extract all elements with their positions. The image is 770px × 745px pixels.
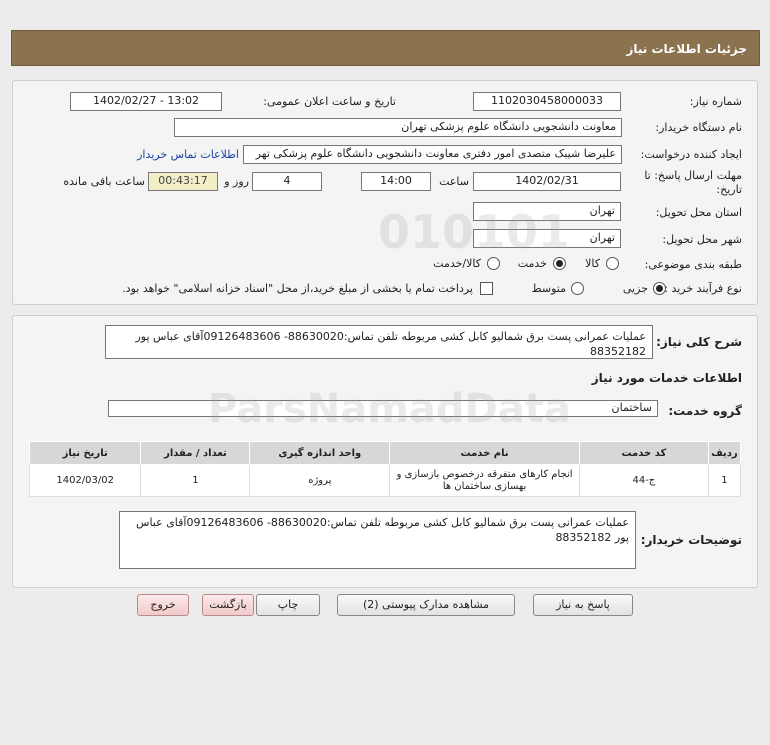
category-service-radio[interactable] [553, 257, 566, 270]
col-date-header: تاریخ نیاز [28, 441, 142, 465]
city-label: شهر محل تحویل: [662, 233, 742, 246]
buyer-contact-link[interactable]: اطلاعات تماس خریدار [137, 148, 239, 161]
process-label: نوع فرآیند خرید : [664, 282, 742, 295]
province-field[interactable]: تهران [473, 202, 621, 221]
category-goods-radio[interactable] [606, 257, 619, 270]
creator-label: ایجاد کننده درخواست: [640, 148, 742, 161]
buyer-notes-field[interactable]: عملیات عمرانی پست برق شمالیو کابل کشی مر… [119, 511, 636, 569]
treasury-payment-note: پرداخت تمام یا بخشی از مبلغ خرید،از محل … [122, 282, 473, 295]
buyer-label: نام دستگاه خریدار: [655, 121, 742, 134]
cell-code: ج-44 [579, 464, 709, 497]
city-field[interactable]: تهران [473, 229, 621, 248]
service-group-field[interactable]: ساختمان [108, 400, 658, 417]
category-goods-service-radio[interactable] [487, 257, 500, 270]
services-table: ردیف کد خدمت نام خدمت واحد اندازه گیری ت… [28, 441, 742, 497]
col-row-header: ردیف [707, 441, 742, 465]
creator-field[interactable]: علیرضا شیبک متصدی امور دفتری معاونت دانش… [243, 145, 622, 164]
service-group-label: گروه خدمت: [668, 404, 742, 418]
days-field[interactable]: 4 [252, 172, 322, 191]
need-info-panel [12, 80, 758, 305]
cell-row: 1 [707, 464, 742, 497]
days-label: روز و [224, 175, 249, 188]
process-medium-radio[interactable] [571, 282, 584, 295]
need-number-field[interactable]: 1102030458000033 [473, 92, 621, 111]
cell-date: 1402/03/02 [28, 464, 142, 497]
deadline-label: مهلت ارسال پاسخ: تا [644, 169, 742, 182]
col-code-header: کد خدمت [579, 441, 709, 465]
summary-field[interactable]: عملیات عمرانی پست برق شمالیو کابل کشی مر… [105, 325, 653, 359]
summary-label: شرح کلی نیاز: [656, 335, 742, 349]
deadline-time-field[interactable]: 14:00 [361, 172, 431, 191]
col-qty-header: تعداد / مقدار [140, 441, 251, 465]
table-row: 1 ج-44 انجام کارهای متفرقه درخصوص بازساز… [28, 464, 742, 497]
need-number-label: شماره نیاز: [689, 95, 742, 108]
cell-qty: 1 [140, 464, 251, 497]
cell-name: انجام کارهای متفرقه درخصوص بازسازی و بهس… [389, 464, 580, 497]
col-unit-header: واحد اندازه گیری [249, 441, 391, 465]
process-medium-label: متوسط [531, 282, 566, 295]
process-minor-label: جزیی [622, 282, 648, 295]
exit-button[interactable]: خروج [137, 594, 189, 616]
table-header-row: ردیف کد خدمت نام خدمت واحد اندازه گیری ت… [28, 441, 742, 465]
back-button[interactable]: بازگشت [202, 594, 254, 616]
time-label: ساعت [439, 175, 469, 188]
col-name-header: نام خدمت [389, 441, 580, 465]
category-goods-service-label: کالا/خدمت [433, 257, 481, 270]
category-service-label: خدمت [517, 257, 547, 270]
attachments-button[interactable]: مشاهده مدارک پیوستی (2) [337, 594, 515, 616]
treasury-payment-checkbox[interactable] [480, 282, 493, 295]
reply-button[interactable]: پاسخ به نیاز [533, 594, 633, 616]
buyer-field[interactable]: معاونت دانشجویی دانشگاه علوم پزشکی تهران [174, 118, 622, 137]
announce-label: تاریخ و ساعت اعلان عمومی: [263, 95, 396, 108]
print-button[interactable]: چاپ [256, 594, 320, 616]
deadline-label-date: تاریخ: [716, 183, 742, 196]
cell-unit: پروژه [249, 464, 391, 497]
buyer-notes-label: توضیحات خریدار: [640, 533, 742, 547]
remaining-time-field: 00:43:17 [148, 172, 218, 191]
category-goods-label: کالا [585, 257, 600, 270]
category-label: طبقه بندی موضوعی: [644, 258, 742, 271]
services-section-title: اطلاعات خدمات مورد نیاز [591, 371, 742, 385]
process-minor-radio[interactable] [653, 282, 666, 295]
announce-datetime-field[interactable]: 1402/02/27 - 13:02 [70, 92, 222, 111]
deadline-date-field[interactable]: 1402/02/31 [473, 172, 621, 191]
province-label: استان محل تحویل: [655, 206, 742, 219]
remaining-label: ساعت باقی مانده [63, 175, 145, 188]
page-title: جزئیات اطلاعات نیاز [11, 30, 760, 66]
